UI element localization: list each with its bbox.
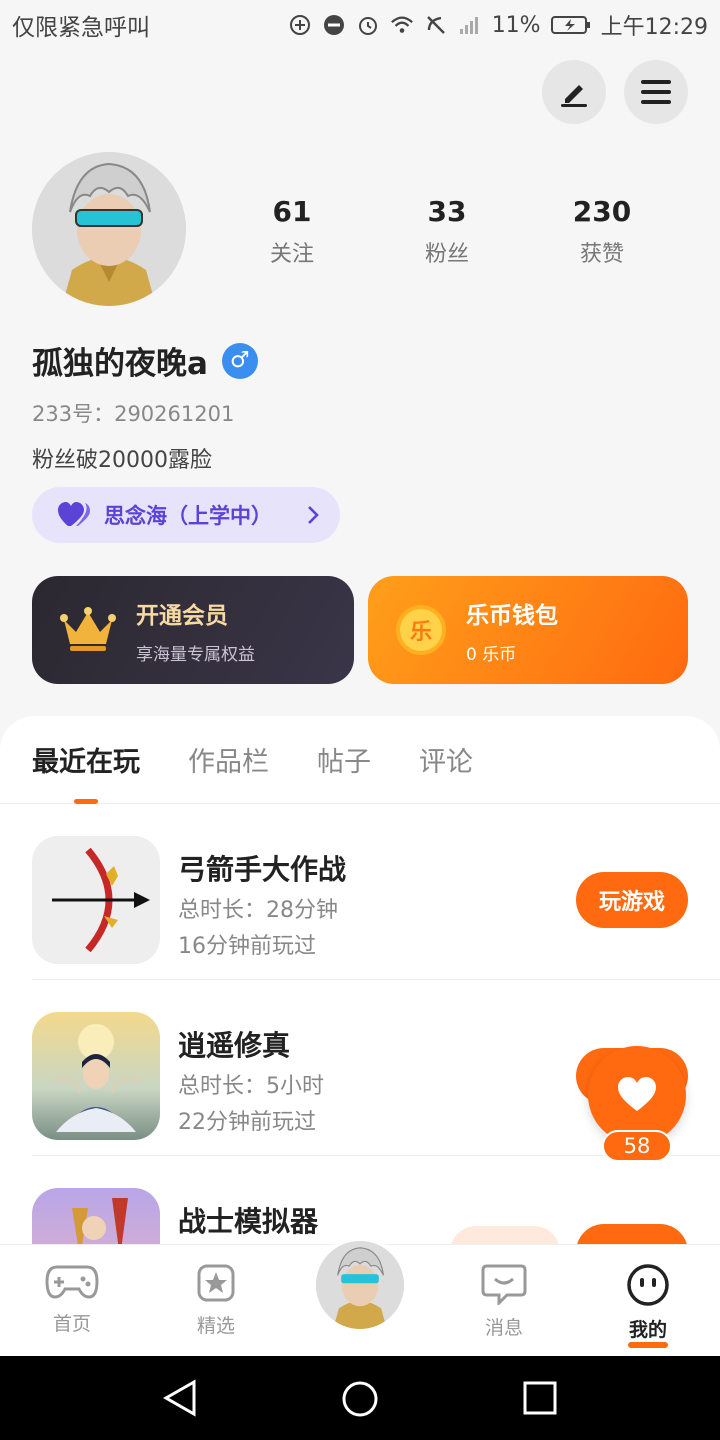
stat-number: 61 xyxy=(272,195,312,228)
avatar[interactable] xyxy=(32,152,186,306)
tab-works[interactable]: 作品栏 xyxy=(188,716,269,804)
nav-home[interactable]: 首页 xyxy=(22,1263,122,1336)
wallet-card[interactable]: 乐 乐币钱包 0 乐币 xyxy=(368,576,688,684)
back-icon[interactable] xyxy=(162,1378,198,1418)
play-game-button[interactable]: 玩游戏 xyxy=(576,872,688,928)
edit-icon xyxy=(561,85,587,107)
tab-posts[interactable]: 帖子 xyxy=(317,716,371,804)
vip-subtitle: 享海量专属权益 xyxy=(136,644,255,665)
active-indicator xyxy=(628,1342,668,1348)
chevron-right-icon xyxy=(308,506,319,524)
nav-featured[interactable]: 精选 xyxy=(166,1263,266,1338)
coin-glyph: 乐 xyxy=(409,620,432,645)
stat-likes[interactable]: 230 获赞 xyxy=(542,195,662,268)
signal-icon xyxy=(458,13,482,37)
alarm-icon xyxy=(356,13,380,37)
nav-label: 首页 xyxy=(52,1313,91,1335)
xiaoyao-game-icon xyxy=(32,1012,160,1140)
wallet-balance: 0 乐币 xyxy=(466,644,517,665)
game-row[interactable]: 弓箭手大作战 总时长：28分钟 16分钟前玩过 玩游戏 xyxy=(32,804,720,980)
data-saver-icon xyxy=(288,13,312,37)
battery-percent: 11% xyxy=(491,12,541,38)
crown-icon xyxy=(60,607,116,651)
do-not-disturb-icon xyxy=(322,13,346,37)
game-name: 战士模拟器 xyxy=(178,1205,319,1238)
menu-icon xyxy=(641,80,671,104)
wallet-title: 乐币钱包 xyxy=(466,602,558,629)
game-name: 逍遥修真 xyxy=(178,1029,291,1062)
lebi-coin-icon: 乐 xyxy=(396,605,446,655)
nav-label: 精选 xyxy=(196,1315,235,1337)
stat-number: 230 xyxy=(572,195,632,228)
stat-label: 关注 xyxy=(269,242,314,267)
stat-number: 33 xyxy=(427,195,467,228)
nav-mine[interactable]: 我的 xyxy=(598,1263,698,1348)
bottom-nav: 首页 精选 消息 我的 xyxy=(0,1237,720,1356)
gamepad-icon xyxy=(45,1265,99,1299)
male-icon: ♂ xyxy=(221,342,258,379)
vip-card[interactable]: 开通会员 享海量专属权益 xyxy=(32,576,354,684)
archer-game-icon xyxy=(32,836,160,964)
game-duration: 总时长：28分钟 xyxy=(178,898,338,923)
tab-comments[interactable]: 评论 xyxy=(419,716,473,804)
stat-label: 粉丝 xyxy=(424,242,469,267)
chat-icon xyxy=(481,1264,527,1307)
game-last-played: 16分钟前玩过 xyxy=(178,934,316,959)
nav-label: 消息 xyxy=(484,1317,523,1339)
double-heart-icon xyxy=(58,502,90,526)
no-call-icon xyxy=(424,13,448,37)
tab-bar: 最近在玩 作品栏 帖子 评论 xyxy=(0,716,720,804)
like-count: 58 xyxy=(602,1130,672,1162)
bio: 粉丝破20000露脸 xyxy=(32,448,212,473)
game-duration: 总时长：5小时 xyxy=(178,1074,324,1099)
family-button[interactable]: 思念海（上学中） xyxy=(32,487,340,543)
tab-recent[interactable]: 最近在玩 xyxy=(32,716,140,804)
stat-following[interactable]: 61 关注 xyxy=(232,195,352,268)
content-panel: 最近在玩 作品栏 帖子 评论 弓箭手大作战 总时长：28分钟 16分钟前玩过 玩… xyxy=(0,716,720,1276)
star-icon xyxy=(197,1264,235,1302)
clock: 上午12:29 xyxy=(600,15,708,40)
stat-label: 获赞 xyxy=(579,242,624,267)
recents-icon[interactable] xyxy=(523,1381,557,1415)
status-bar: 仅限紧急呼叫 11% 上午12:29 xyxy=(0,0,720,50)
system-nav-bar xyxy=(0,1356,720,1440)
nav-messages[interactable]: 消息 xyxy=(454,1263,554,1340)
game-last-played: 22分钟前玩过 xyxy=(178,1110,316,1135)
family-label: 思念海（上学中） xyxy=(104,504,272,528)
nav-label: 我的 xyxy=(628,1319,667,1341)
floating-like-button[interactable]: 58 xyxy=(588,1046,686,1162)
game-name: 弓箭手大作战 xyxy=(178,853,347,886)
smiley-icon xyxy=(627,1264,669,1306)
stat-followers[interactable]: 33 粉丝 xyxy=(387,195,507,268)
nav-center-avatar[interactable] xyxy=(312,1237,408,1333)
vip-title: 开通会员 xyxy=(136,602,228,629)
battery-icon xyxy=(550,13,591,37)
edit-profile-button[interactable] xyxy=(542,60,606,124)
home-icon[interactable] xyxy=(341,1380,379,1418)
heart-icon xyxy=(618,1077,656,1111)
carrier-text: 仅限紧急呼叫 xyxy=(12,15,150,41)
menu-button[interactable] xyxy=(624,60,688,124)
username: 孤独的夜晚a xyxy=(32,346,208,382)
user-id: 233号：290261201 xyxy=(32,402,235,426)
wifi-icon xyxy=(390,13,414,37)
